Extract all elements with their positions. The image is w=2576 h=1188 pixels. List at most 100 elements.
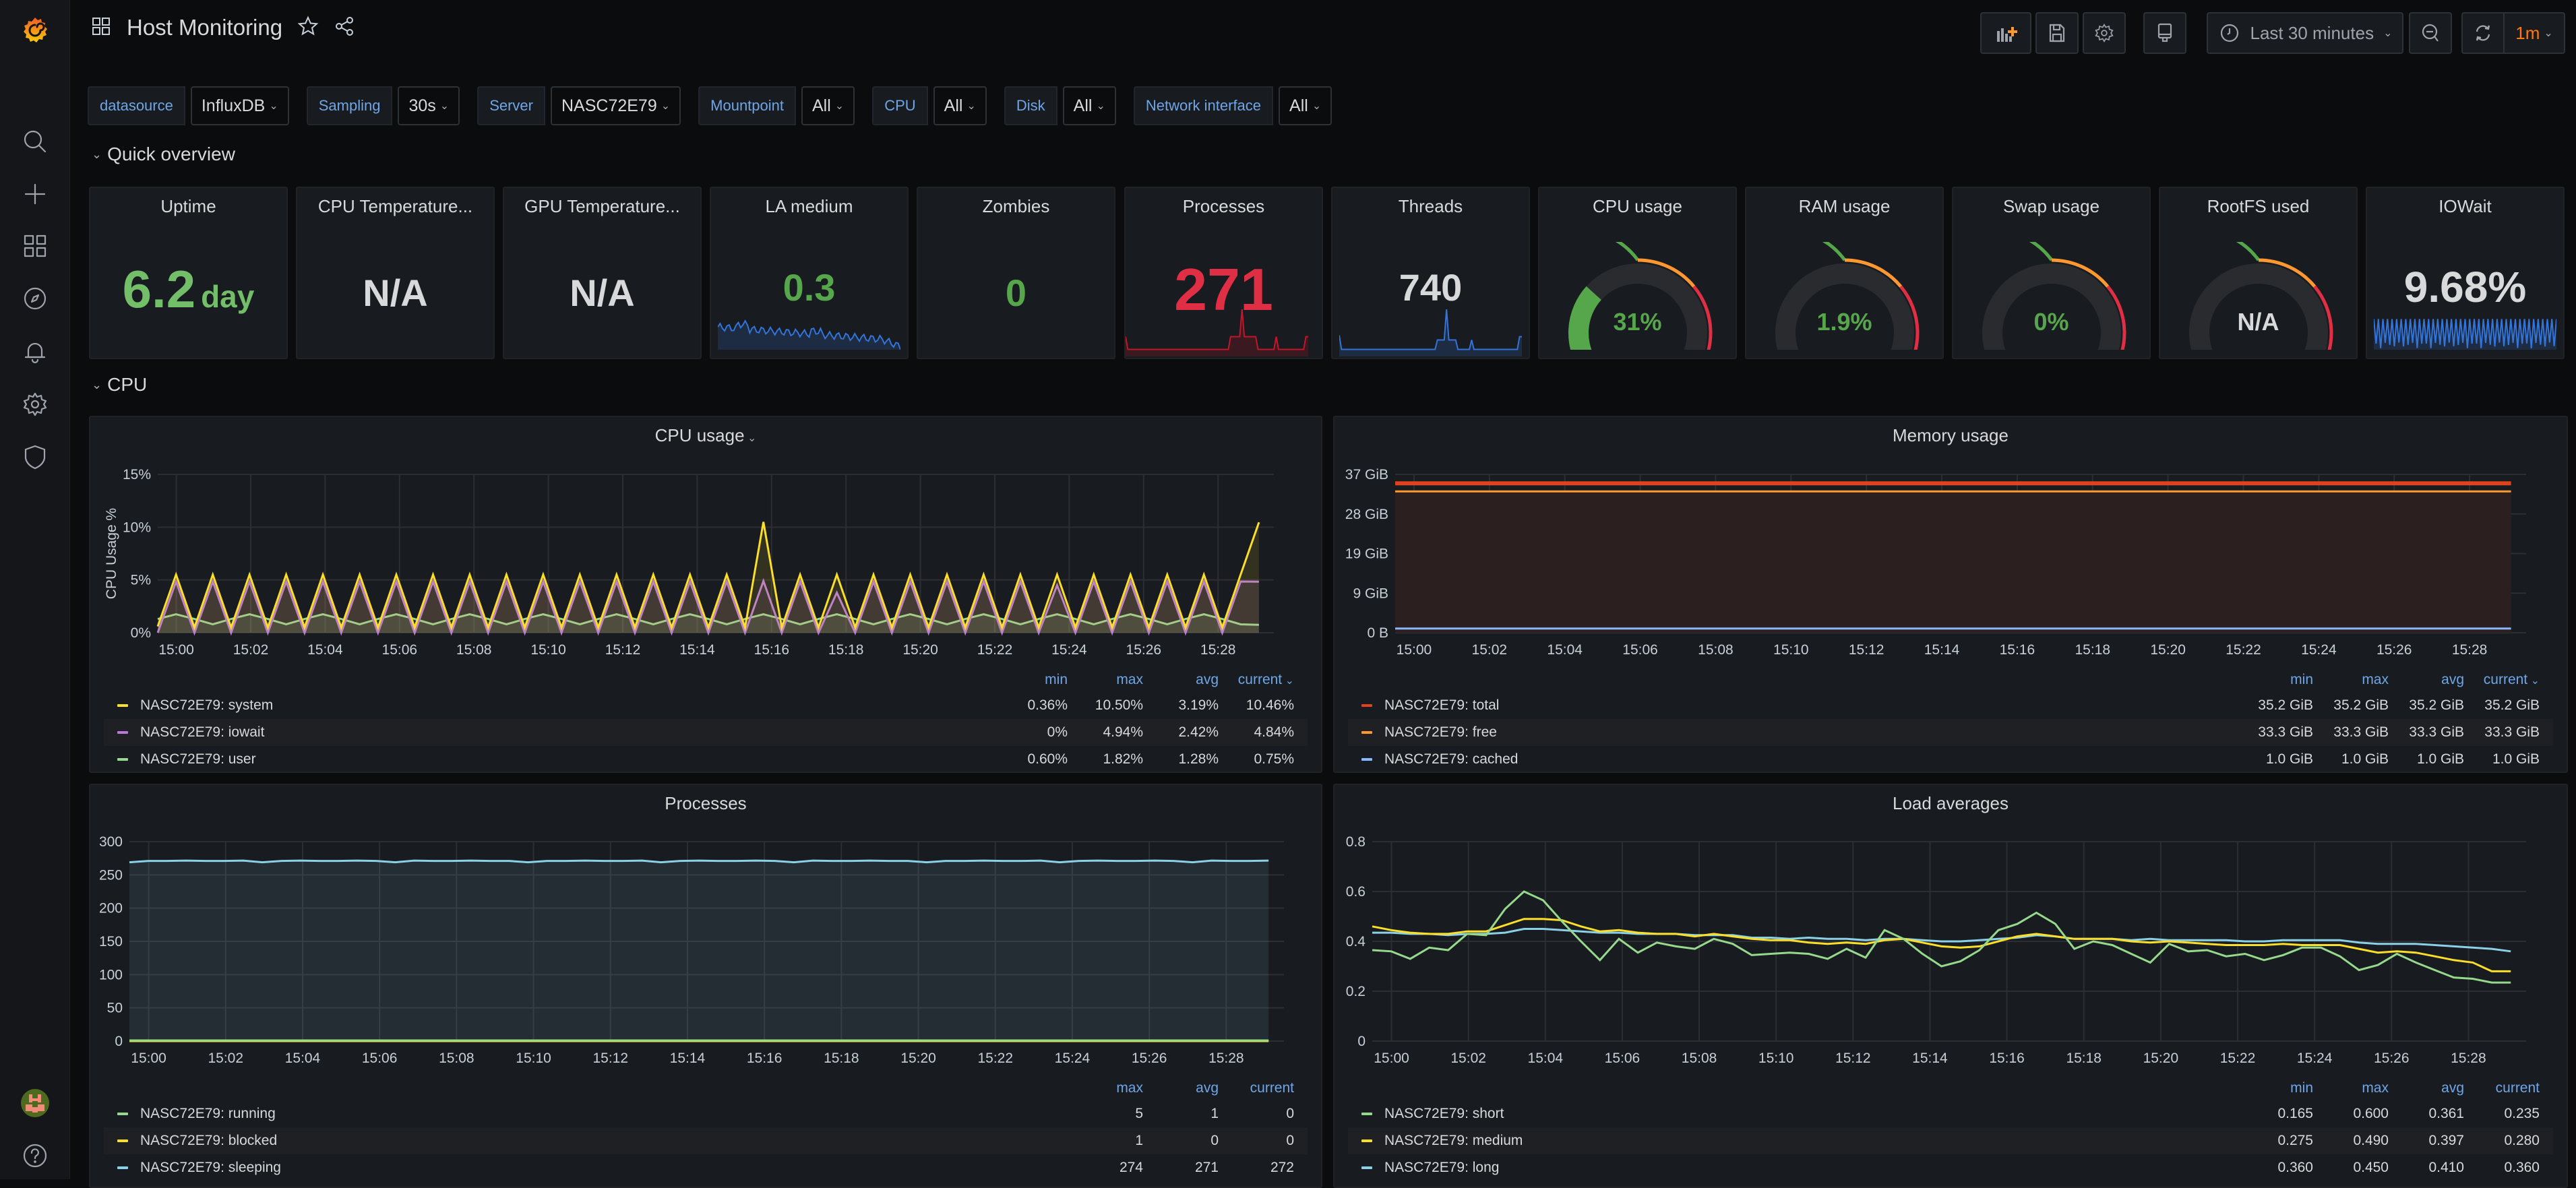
save-dashboard-button[interactable] — [2035, 12, 2079, 54]
legend-row[interactable]: NASC72E79: running 5 1 0 — [104, 1100, 1308, 1127]
stat-panel-uptime[interactable]: Uptime 6.2 day — [89, 187, 288, 359]
legend-header: min max avg current — [1348, 1076, 2553, 1100]
stat-panel-threads[interactable]: Threads 740 — [1331, 187, 1530, 359]
variable-select[interactable]: All ⌄ — [801, 86, 855, 125]
legend-row[interactable]: NASC72E79: system 0.36% 10.50% 3.19% 10.46% — [104, 692, 1308, 719]
series-name[interactable]: NASC72E79: free — [1384, 724, 2238, 741]
stat-panel-zombies[interactable]: Zombies 0 — [917, 187, 1115, 359]
legend-column-label: max — [1116, 672, 1143, 687]
variable-select[interactable]: All ⌄ — [1279, 86, 1332, 125]
legend-row[interactable]: NASC72E79: total 35.2 GiB 35.2 GiB 35.2 GiB… — [1348, 692, 2553, 719]
series-name[interactable]: NASC72E79: system — [140, 697, 992, 714]
panel-load-averages[interactable]: Load averages 0 0.2 0.4 0.6 0.8 15:00 15:02 15:0… — [1333, 784, 2568, 1188]
legend-value-current: 272 — [1270, 1160, 1294, 1175]
legend-column-min[interactable]: min — [2238, 1080, 2313, 1096]
row-quick-overview[interactable]: ⌄ Quick overview — [92, 144, 235, 165]
stat-panel-rootfs-used[interactable]: RootFS used N/A — [2159, 187, 2358, 359]
legend-column-min[interactable]: min — [2238, 672, 2313, 688]
series-name[interactable]: NASC72E79: total — [1384, 697, 2238, 714]
series-name[interactable]: NASC72E79: iowait — [140, 724, 992, 741]
variable-select[interactable]: All ⌄ — [933, 86, 987, 125]
variable-label: Server — [477, 86, 545, 125]
compass-icon[interactable] — [18, 282, 52, 315]
legend-column-max[interactable]: max — [2313, 1080, 2389, 1096]
variable-select[interactable]: InfluxDB ⌄ — [190, 86, 289, 125]
help-icon[interactable] — [18, 1139, 52, 1173]
grafana-logo-icon[interactable] — [18, 13, 52, 47]
legend-column-max[interactable]: max — [1068, 672, 1143, 688]
legend-row[interactable]: NASC72E79: blocked 1 0 0 — [104, 1127, 1308, 1154]
dashboard-settings-button[interactable] — [2083, 12, 2126, 54]
series-name[interactable]: NASC72E79: running — [140, 1106, 1068, 1122]
row-title: Quick overview — [107, 144, 235, 164]
stat-panel-la-medium[interactable]: LA medium 0.3 — [710, 187, 909, 359]
legend-value-max: 274 — [1119, 1160, 1143, 1175]
stat-panel-cpu-temperature[interactable]: CPU Temperature... N/A — [296, 187, 495, 359]
avatar[interactable] — [18, 1086, 52, 1120]
panel-cpu-usage[interactable]: CPU usage ⌄ 0% 5% 10% 15% 15:00 15:02 15:04 15:0… — [89, 416, 1322, 773]
star-icon[interactable] — [297, 15, 319, 40]
dashboard-title[interactable]: Host Monitoring — [127, 15, 282, 40]
stat-panel-gpu-temperature[interactable]: GPU Temperature... N/A — [503, 187, 702, 359]
zoom-out-button[interactable] — [2409, 12, 2452, 54]
legend-column-avg[interactable]: avg — [1143, 1080, 1219, 1096]
legend-column-max[interactable]: max — [1068, 1080, 1143, 1096]
series-name[interactable]: NASC72E79: medium — [1384, 1133, 2238, 1149]
legend-row[interactable]: NASC72E79: long 0.360 0.450 0.410 0.360 — [1348, 1154, 2553, 1181]
legend-row[interactable]: NASC72E79: short 0.165 0.600 0.361 0.235 — [1348, 1100, 2553, 1127]
series-name[interactable]: NASC72E79: blocked — [140, 1133, 1068, 1149]
legend-row[interactable]: NASC72E79: sleeping 274 271 272 — [104, 1154, 1308, 1181]
variable-select[interactable]: 30s ⌄ — [398, 86, 460, 125]
variable-select[interactable]: NASC72E79 ⌄ — [550, 86, 681, 125]
variable-network-interface: Network interface All ⌄ — [1133, 86, 1332, 125]
tv-mode-button[interactable] — [2143, 12, 2186, 54]
legend-column-avg[interactable]: avg — [2389, 1080, 2464, 1096]
variable-value: All — [812, 96, 831, 115]
stat-panel-ram-usage[interactable]: RAM usage 1.9% — [1745, 187, 1944, 359]
y-tick-label: 0.8 — [1346, 834, 1366, 850]
panel-processes[interactable]: Processes 0 50 100 150 200 250 300 15:00 15:02 15:… — [89, 784, 1322, 1188]
legend-column-max[interactable]: max — [2313, 672, 2389, 688]
plus-icon[interactable] — [18, 177, 52, 211]
stat-panel-processes[interactable]: Processes 271 — [1124, 187, 1323, 359]
search-icon[interactable] — [18, 125, 52, 158]
legend-row[interactable]: NASC72E79: iowait 0% 4.94% 2.42% 4.84% — [104, 719, 1308, 746]
legend-column-current[interactable]: current — [1219, 1080, 1294, 1096]
panel-memory-usage[interactable]: Memory usage 0 B9 GiB 19 GiB 28 GiB 37 GiB 15… — [1333, 416, 2568, 773]
series-name[interactable]: NASC72E79: long — [1384, 1160, 2238, 1176]
share-icon[interactable] — [334, 15, 355, 40]
apps-icon[interactable] — [18, 229, 52, 263]
legend-column-min[interactable]: min — [992, 672, 1068, 688]
series-color-swatch — [1361, 1166, 1372, 1169]
variable-cpu: CPU All ⌄ — [872, 86, 987, 125]
stat-panel-cpu-usage[interactable]: CPU usage 31% — [1538, 187, 1737, 359]
legend-row[interactable]: NASC72E79: user 0.60% 1.82% 1.28% 0.75% — [104, 746, 1308, 773]
x-tick-label: 15:02 — [233, 642, 269, 658]
legend-row[interactable]: NASC72E79: medium 0.275 0.490 0.397 0.280 — [1348, 1127, 2553, 1154]
row-cpu[interactable]: ⌄ CPU — [92, 374, 147, 396]
gear-icon[interactable] — [18, 387, 52, 421]
variable-select[interactable]: All ⌄ — [1062, 86, 1116, 125]
add-panel-button[interactable] — [1980, 12, 2031, 54]
legend-row[interactable]: NASC72E79: cached 1.0 GiB 1.0 GiB 1.0 GiB 1.… — [1348, 746, 2553, 773]
stat-panel-iowait[interactable]: IOWait 9.68% — [2366, 187, 2565, 359]
series-name[interactable]: NASC72E79: short — [1384, 1106, 2238, 1122]
refresh-interval-picker[interactable]: 1m ⌄ — [2503, 12, 2565, 54]
series-name[interactable]: NASC72E79: cached — [1384, 751, 2238, 768]
bell-icon[interactable] — [18, 335, 52, 369]
legend-column-avg[interactable]: avg — [2389, 672, 2464, 688]
legend-row[interactable]: NASC72E79: free 33.3 GiB 33.3 GiB 33.3 GiB 3… — [1348, 719, 2553, 746]
y-tick-label: 0% — [131, 625, 151, 641]
variable-mountpoint: Mountpoint All ⌄ — [698, 86, 855, 125]
legend-column-avg[interactable]: avg — [1143, 672, 1219, 688]
series-name[interactable]: NASC72E79: sleeping — [140, 1160, 1068, 1176]
stat-panel-swap-usage[interactable]: Swap usage 0% — [1952, 187, 2151, 359]
refresh-button[interactable] — [2461, 12, 2505, 54]
shield-icon[interactable] — [18, 440, 52, 474]
legend-column-current[interactable]: current ⌄ — [1219, 672, 1294, 688]
gauge-value: 1.9% — [1816, 308, 1872, 336]
legend-column-current[interactable]: current ⌄ — [2464, 672, 2540, 688]
series-name[interactable]: NASC72E79: user — [140, 751, 992, 768]
legend-column-current[interactable]: current — [2464, 1080, 2540, 1096]
time-range-picker[interactable]: Last 30 minutes ⌄ — [2207, 12, 2403, 54]
